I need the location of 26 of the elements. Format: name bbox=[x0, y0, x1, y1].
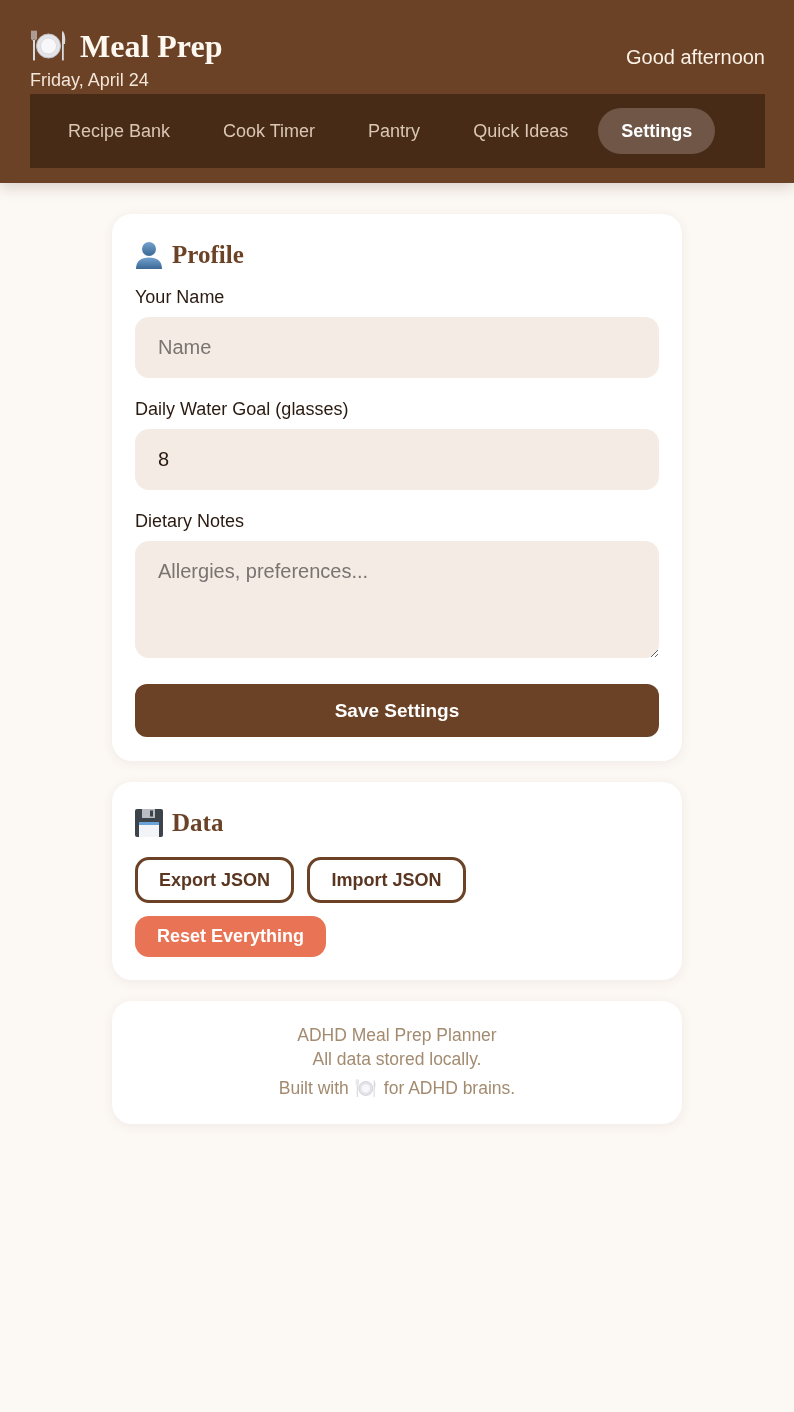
section-title: Data bbox=[172, 808, 224, 838]
field-label: Your Name bbox=[135, 286, 226, 308]
section-title: Profile bbox=[172, 240, 244, 270]
nav-tab[interactable]: Quick Ideas bbox=[450, 108, 592, 154]
nav-tab[interactable]: Cook Timer bbox=[200, 108, 339, 154]
footer-text: Built with bbox=[278, 1077, 349, 1100]
app-title: Meal Prep bbox=[80, 27, 223, 65]
nav-tab[interactable]: Settings bbox=[598, 108, 716, 154]
field-label: Daily Water Goal (glasses) bbox=[135, 398, 350, 420]
outline-button[interactable]: Import JSON bbox=[307, 857, 467, 903]
footer-text: for ADHD brains. bbox=[383, 1077, 516, 1100]
nav-tab[interactable]: Pantry bbox=[345, 108, 444, 154]
date-text: Friday, April 24 bbox=[30, 69, 150, 91]
input-field[interactable]: 8 bbox=[135, 429, 659, 490]
plate-icon bbox=[30, 30, 66, 62]
footer-text: All data stored locally. bbox=[312, 1048, 482, 1071]
field-label: Dietary Notes bbox=[135, 510, 246, 532]
footer-text: ADHD Meal Prep Planner bbox=[297, 1024, 497, 1047]
plate-icon bbox=[354, 1078, 376, 1098]
notes-field[interactable]: Allergies, preferences... bbox=[135, 541, 659, 658]
input-field[interactable]: Name bbox=[135, 317, 659, 378]
outline-button[interactable]: Export JSON bbox=[135, 857, 295, 903]
save-button[interactable]: Save Settings bbox=[135, 684, 659, 737]
nav-tab[interactable]: Recipe Bank bbox=[45, 108, 194, 154]
greeting-text: Good afternoon bbox=[626, 45, 765, 69]
person-icon bbox=[135, 241, 163, 269]
